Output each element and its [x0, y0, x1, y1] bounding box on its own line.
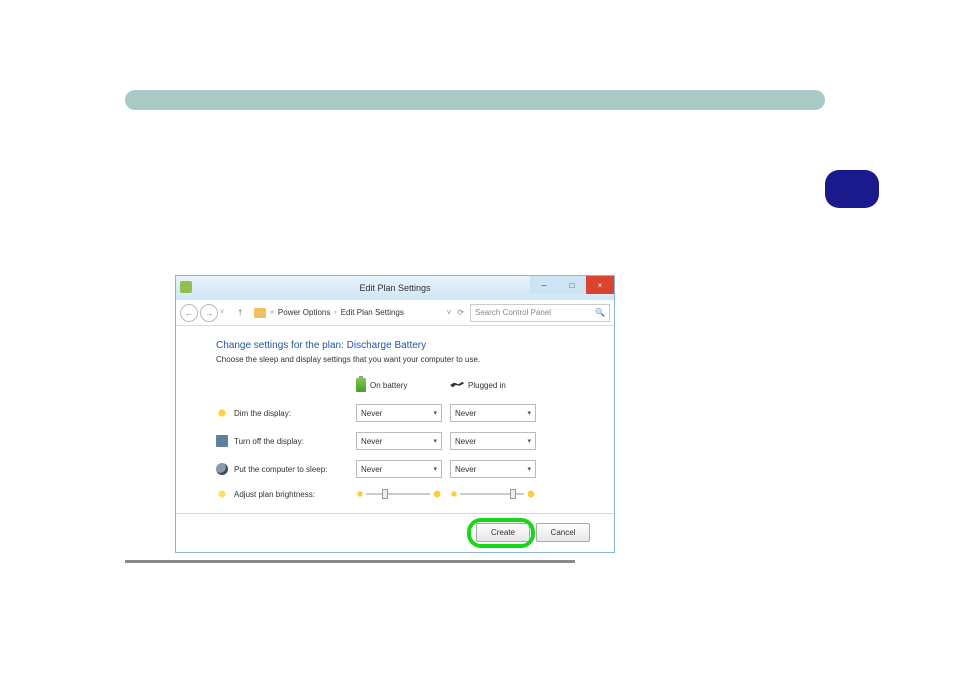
- search-input[interactable]: Search Control Panel 🔍: [470, 304, 610, 322]
- plan-description: Choose the sleep and display settings th…: [216, 355, 574, 364]
- divider: [176, 513, 614, 514]
- chevron-down-icon: ▾: [527, 409, 531, 417]
- sun-large-icon: [432, 489, 442, 499]
- up-button[interactable]: ↑: [232, 307, 248, 318]
- dim-plugged-select[interactable]: Never ▾: [450, 404, 536, 422]
- chevron-down-icon: ▾: [433, 465, 437, 473]
- create-button[interactable]: Create: [476, 523, 530, 542]
- chevron-right-icon: ›: [334, 309, 336, 316]
- folder-icon: [254, 308, 266, 318]
- sleep-plugged-select[interactable]: Never ▾: [450, 460, 536, 478]
- cancel-button[interactable]: Cancel: [536, 523, 590, 542]
- window-title: Edit Plan Settings: [359, 283, 430, 293]
- edit-plan-settings-window: Edit Plan Settings – □ × ← → ˅ ↑ « Power…: [175, 275, 615, 553]
- sleep-battery-select[interactable]: Never ▾: [356, 460, 442, 478]
- slider-track[interactable]: [366, 493, 430, 495]
- slider-thumb[interactable]: [382, 489, 388, 499]
- breadcrumb-power-options[interactable]: Power Options: [278, 308, 330, 317]
- sleep-row: Put the computer to sleep: Never ▾ Never…: [216, 460, 574, 478]
- minimize-button[interactable]: –: [530, 276, 558, 294]
- turnoff-display-row: Turn off the display: Never ▾ Never ▾: [216, 432, 574, 450]
- close-button[interactable]: ×: [586, 276, 614, 294]
- monitor-icon: [216, 435, 228, 447]
- moon-icon: [216, 463, 228, 475]
- battery-icon: [356, 378, 366, 392]
- dim-label: Dim the display:: [234, 409, 356, 418]
- turnoff-label: Turn off the display:: [234, 437, 356, 446]
- breadcrumb-prefix-icon: «: [270, 309, 274, 316]
- footer-buttons: Create Cancel: [476, 523, 590, 542]
- chevron-down-icon: ▾: [527, 437, 531, 445]
- sun-small-icon: [450, 490, 458, 498]
- step-indicator-pill: [825, 170, 879, 208]
- breadcrumb: « Power Options › Edit Plan Settings: [250, 308, 445, 318]
- sleep-plugged-value: Never: [455, 465, 476, 474]
- chevron-down-icon: ▾: [433, 409, 437, 417]
- column-headers: On battery Plugged in: [216, 378, 574, 392]
- chevron-down-icon: ▾: [433, 437, 437, 445]
- sun-large-icon: [526, 489, 536, 499]
- turnoff-plugged-value: Never: [455, 437, 476, 446]
- search-icon: 🔍: [595, 308, 605, 317]
- turnoff-plugged-select[interactable]: Never ▾: [450, 432, 536, 450]
- brightness-icon: [216, 488, 228, 500]
- refresh-icon[interactable]: ⟳: [457, 308, 464, 317]
- window-controls: – □ ×: [530, 276, 614, 294]
- brightness-label: Adjust plan brightness:: [234, 490, 356, 499]
- turnoff-battery-select[interactable]: Never ▾: [356, 432, 442, 450]
- content-area: Change settings for the plan: Discharge …: [176, 326, 614, 552]
- dim-icon: [216, 407, 228, 419]
- dim-plugged-value: Never: [455, 409, 476, 418]
- brightness-row: Adjust plan brightness:: [216, 488, 574, 500]
- back-button[interactable]: ←: [180, 304, 198, 322]
- forward-button[interactable]: →: [200, 304, 218, 322]
- dim-battery-select[interactable]: Never ▾: [356, 404, 442, 422]
- on-battery-label: On battery: [370, 381, 407, 390]
- turnoff-battery-value: Never: [361, 437, 382, 446]
- slider-thumb[interactable]: [510, 489, 516, 499]
- dim-display-row: Dim the display: Never ▾ Never ▾: [216, 404, 574, 422]
- address-controls: ˅ ⟳: [447, 308, 468, 317]
- plug-icon: [450, 381, 464, 389]
- slider-track[interactable]: [460, 493, 524, 495]
- plan-title: Change settings for the plan: Discharge …: [216, 340, 574, 351]
- sleep-label: Put the computer to sleep:: [234, 465, 356, 474]
- dim-battery-value: Never: [361, 409, 382, 418]
- breadcrumb-dropdown-icon[interactable]: ˅: [447, 308, 452, 317]
- page-divider: [125, 560, 575, 563]
- sun-small-icon: [356, 490, 364, 498]
- plugged-in-label: Plugged in: [468, 381, 506, 390]
- brightness-battery-slider[interactable]: [356, 489, 442, 499]
- on-battery-header: On battery: [356, 378, 450, 392]
- address-bar: ← → ˅ ↑ « Power Options › Edit Plan Sett…: [176, 300, 614, 326]
- app-icon: [180, 281, 192, 293]
- sleep-battery-value: Never: [361, 465, 382, 474]
- history-dropdown-icon[interactable]: ˅: [220, 309, 230, 316]
- plugged-in-header: Plugged in: [450, 381, 544, 390]
- maximize-button[interactable]: □: [558, 276, 586, 294]
- breadcrumb-edit-plan-settings[interactable]: Edit Plan Settings: [341, 308, 404, 317]
- title-bar: Edit Plan Settings – □ ×: [176, 276, 614, 300]
- section-header-bar: [125, 90, 825, 110]
- brightness-plugged-slider[interactable]: [450, 489, 536, 499]
- search-placeholder: Search Control Panel: [475, 308, 551, 317]
- chevron-down-icon: ▾: [527, 465, 531, 473]
